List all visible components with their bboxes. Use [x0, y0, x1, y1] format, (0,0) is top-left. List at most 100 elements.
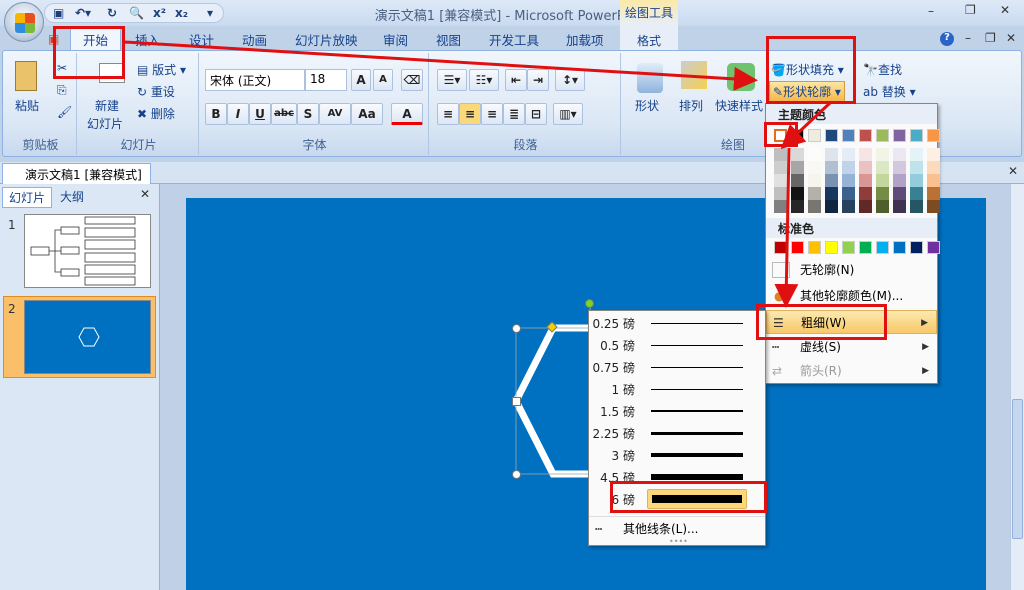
color-swatch[interactable] [910, 241, 923, 254]
color-swatch-tint[interactable] [774, 148, 787, 161]
menu-item-label: 箭头(R) [800, 364, 842, 378]
color-swatch[interactable] [842, 129, 855, 142]
annotation-box [756, 304, 887, 340]
color-swatch-tint[interactable] [893, 187, 906, 200]
line-weight-sample [651, 410, 743, 412]
line-weight-item[interactable]: 0.25 磅 [589, 312, 765, 334]
line-weight-sample [651, 322, 743, 324]
color-swatch-tint[interactable] [876, 174, 889, 187]
line-weight-sample [651, 388, 743, 390]
color-swatch-tint[interactable] [927, 161, 940, 174]
arrows-item[interactable]: ⇄ 箭头(R) ▶ [766, 359, 937, 383]
selection-box [515, 327, 597, 475]
resize-handle[interactable] [512, 397, 521, 406]
color-swatch[interactable] [876, 129, 889, 142]
line-weight-item[interactable]: 1 磅 [589, 378, 765, 400]
color-swatch-tint[interactable] [876, 200, 889, 213]
color-swatch-tint[interactable] [774, 187, 787, 200]
line-weight-sample [651, 453, 743, 457]
color-swatch-tint[interactable] [842, 200, 855, 213]
color-swatch-tint[interactable] [791, 148, 804, 161]
color-swatch-tint[interactable] [808, 148, 821, 161]
rotate-handle[interactable] [585, 299, 594, 308]
resize-grip-icon[interactable]: •••• [669, 537, 688, 546]
color-swatch-tint[interactable] [859, 174, 872, 187]
line-weight-sample [651, 366, 743, 368]
color-swatch[interactable] [808, 241, 821, 254]
color-swatch[interactable] [876, 241, 889, 254]
color-swatch-tint[interactable] [808, 187, 821, 200]
color-swatch-tint[interactable] [842, 174, 855, 187]
color-swatch-tint[interactable] [774, 200, 787, 213]
color-swatch-tint[interactable] [825, 161, 838, 174]
color-swatch-tint[interactable] [910, 161, 923, 174]
line-weight-item[interactable]: 2.25 磅 [589, 422, 765, 444]
color-swatch[interactable] [910, 129, 923, 142]
color-swatch[interactable] [825, 241, 838, 254]
color-swatch-tint[interactable] [927, 187, 940, 200]
color-swatch-tint[interactable] [893, 174, 906, 187]
resize-handle[interactable] [512, 324, 521, 333]
line-weight-label: 3 磅 [611, 449, 635, 463]
color-swatch-tint[interactable] [910, 200, 923, 213]
color-swatch-tint[interactable] [876, 148, 889, 161]
menu-item-label: 无轮廓(N) [800, 263, 855, 277]
color-swatch-tint[interactable] [893, 200, 906, 213]
color-swatch-tint[interactable] [842, 187, 855, 200]
color-swatch-tint[interactable] [808, 200, 821, 213]
color-swatch[interactable] [893, 129, 906, 142]
color-swatch[interactable] [859, 129, 872, 142]
line-weight-label: 1.5 磅 [600, 405, 635, 419]
color-swatch-tint[interactable] [859, 200, 872, 213]
color-swatch-tint[interactable] [893, 148, 906, 161]
annotation-box [53, 26, 125, 79]
line-weight-item[interactable]: 1.5 磅 [589, 400, 765, 422]
submenu-arrow-icon: ▶ [922, 366, 929, 376]
color-swatch-tint[interactable] [791, 187, 804, 200]
color-swatch-tint[interactable] [910, 174, 923, 187]
color-swatch[interactable] [893, 241, 906, 254]
color-swatch[interactable] [791, 241, 804, 254]
color-swatch-tint[interactable] [825, 200, 838, 213]
color-swatch-tint[interactable] [774, 174, 787, 187]
color-swatch-tint[interactable] [893, 161, 906, 174]
color-swatch[interactable] [774, 241, 787, 254]
line-weight-item[interactable]: 0.5 磅 [589, 334, 765, 356]
color-swatch-tint[interactable] [791, 200, 804, 213]
color-swatch-tint[interactable] [808, 174, 821, 187]
resize-handle[interactable] [512, 470, 521, 479]
color-swatch-tint[interactable] [825, 187, 838, 200]
no-outline-item[interactable]: 无轮廓(N) [766, 258, 937, 282]
color-swatch[interactable] [859, 241, 872, 254]
color-swatch-tint[interactable] [927, 200, 940, 213]
color-swatch[interactable] [825, 129, 838, 142]
color-swatch[interactable] [842, 241, 855, 254]
color-swatch-tint[interactable] [910, 187, 923, 200]
color-swatch-tint[interactable] [859, 148, 872, 161]
color-swatch-tint[interactable] [791, 161, 804, 174]
color-swatch-tint[interactable] [927, 174, 940, 187]
color-swatch-tint[interactable] [876, 187, 889, 200]
color-swatch[interactable] [808, 129, 821, 142]
color-swatch-tint[interactable] [910, 148, 923, 161]
line-weight-sample [651, 431, 743, 435]
line-weight-item[interactable]: 0.75 磅 [589, 356, 765, 378]
annotation-box [766, 36, 856, 104]
line-weight-item[interactable]: 3 磅 [589, 444, 765, 466]
color-swatch-tint[interactable] [842, 161, 855, 174]
submenu-arrow-icon: ▶ [921, 318, 928, 328]
color-swatch[interactable] [927, 129, 940, 142]
color-swatch-tint[interactable] [842, 148, 855, 161]
color-swatch-tint[interactable] [859, 187, 872, 200]
annotation-box [610, 481, 767, 513]
color-swatch-tint[interactable] [859, 161, 872, 174]
color-swatch-tint[interactable] [808, 161, 821, 174]
color-swatch-tint[interactable] [825, 174, 838, 187]
color-swatch-tint[interactable] [876, 161, 889, 174]
color-swatch-tint[interactable] [825, 148, 838, 161]
hexagon-outline[interactable] [512, 324, 590, 478]
color-swatch-tint[interactable] [927, 148, 940, 161]
color-swatch[interactable] [927, 241, 940, 254]
color-swatch-tint[interactable] [774, 161, 787, 174]
color-swatch-tint[interactable] [791, 174, 804, 187]
